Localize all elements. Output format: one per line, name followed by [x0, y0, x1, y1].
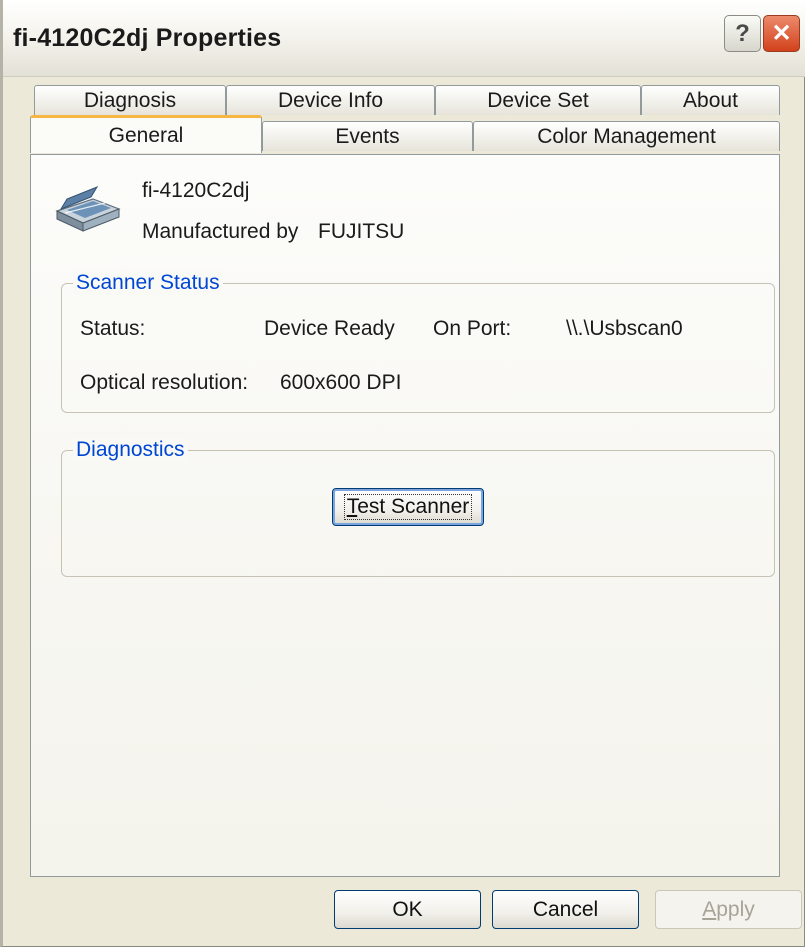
- status-value: Device Ready: [264, 317, 395, 340]
- tab-device-set[interactable]: Device Set: [435, 85, 641, 115]
- window-title: fi-4120C2dj Properties: [13, 24, 282, 52]
- tab-events[interactable]: Events: [262, 121, 473, 151]
- scanner-status-title: Scanner Status: [73, 271, 223, 295]
- status-label: Status:: [80, 317, 146, 340]
- apply-button[interactable]: Apply: [655, 890, 802, 929]
- cancel-button[interactable]: Cancel: [492, 890, 639, 929]
- manufacturer-label: Manufactured by: [142, 220, 299, 243]
- resolution-label: Optical resolution:: [80, 371, 249, 394]
- tab-color-management[interactable]: Color Management: [473, 121, 780, 151]
- help-button[interactable]: ?: [724, 15, 761, 52]
- close-button[interactable]: ✕: [763, 15, 800, 52]
- manufacturer-value: FUJITSU: [318, 220, 405, 243]
- general-tab-panel: fi-4120C2dj Manufactured by FUJITSU Scan…: [30, 154, 780, 877]
- tab-general[interactable]: General: [30, 115, 262, 153]
- tab-diagnosis[interactable]: Diagnosis: [34, 85, 226, 115]
- scanner-icon: [55, 185, 121, 232]
- test-scanner-button[interactable]: Test Scanner: [332, 488, 484, 526]
- properties-window: fi-4120C2dj Properties ? ✕ Diagnosis Dev…: [0, 0, 805, 947]
- port-value: \\.\Usbscan0: [566, 317, 683, 340]
- tab-device-info[interactable]: Device Info: [226, 85, 435, 115]
- device-name: fi-4120C2dj: [142, 179, 250, 202]
- test-scanner-label: Test Scanner: [343, 494, 473, 520]
- port-label: On Port:: [433, 317, 512, 340]
- title-bar[interactable]: fi-4120C2dj Properties ? ✕: [3, 0, 805, 77]
- ok-button[interactable]: OK: [334, 890, 481, 929]
- resolution-value: 600x600 DPI: [280, 371, 402, 394]
- diagnostics-title: Diagnostics: [73, 438, 188, 462]
- tab-about[interactable]: About: [641, 85, 780, 115]
